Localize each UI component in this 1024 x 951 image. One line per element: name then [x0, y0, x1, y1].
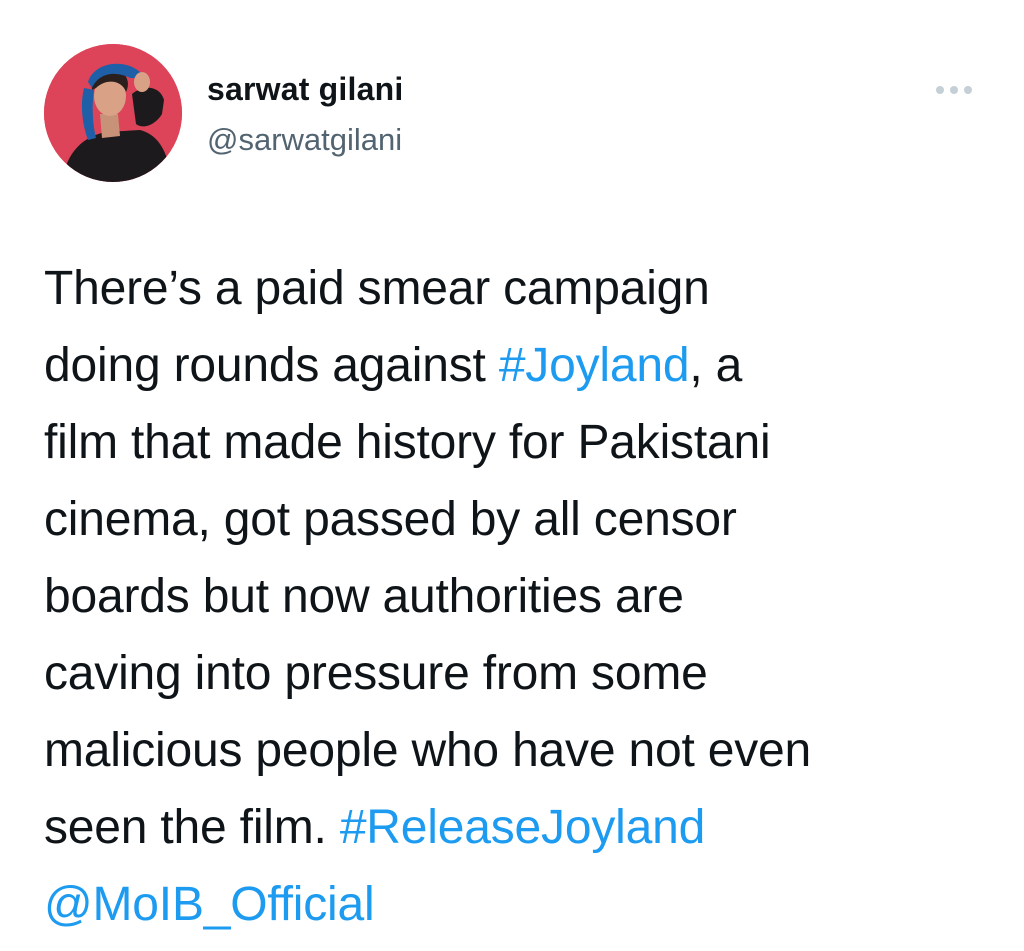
tweet-text-segment: , a	[689, 339, 743, 392]
tweet-text-line: caving into pressure from some	[44, 635, 994, 712]
tweet-text-segment: boards but now authorities are	[44, 570, 684, 623]
avatar[interactable]	[44, 44, 182, 182]
more-options-icon	[936, 86, 972, 94]
mention-link[interactable]: @MoIB_Official	[44, 878, 375, 931]
tweet-text-line: boards but now authorities are	[44, 558, 994, 635]
tweet-text-segment: malicious people who have not even	[44, 724, 812, 777]
hashtag-link[interactable]: #ReleaseJoyland	[340, 801, 705, 854]
tweet-text-line: film that made history for Pakistani	[44, 404, 994, 481]
author-handle[interactable]: @sarwatgilani	[207, 122, 402, 158]
tweet-text-line: doing rounds against #Joyland, a	[44, 327, 994, 404]
tweet-text-line: malicious people who have not even	[44, 712, 994, 789]
tweet-text-line: seen the film. #ReleaseJoyland	[44, 789, 994, 866]
tweet-text-line: @MoIB_Official	[44, 866, 994, 943]
tweet-text-line: cinema, got passed by all censor	[44, 481, 994, 558]
more-options-button[interactable]	[930, 78, 978, 102]
tweet-text-segment: There’s a paid smear campaign	[44, 262, 710, 315]
tweet-text: There’s a paid smear campaign doing round…	[44, 250, 994, 943]
tweet-text-segment: caving into pressure from some	[44, 647, 708, 700]
tweet-card: sarwat gilani @sarwatgilani There’s a pa…	[0, 0, 1024, 951]
tweet-text-line: There’s a paid smear campaign	[44, 250, 994, 327]
tweet-text-segment: seen the film.	[44, 801, 340, 854]
author-display-name[interactable]: sarwat gilani	[207, 71, 403, 108]
tweet-text-segment: film that made history for Pakistani	[44, 416, 771, 469]
profile-photo	[44, 44, 182, 182]
hashtag-link[interactable]: #Joyland	[499, 339, 690, 392]
tweet-text-segment: doing rounds against	[44, 339, 499, 392]
tweet-text-segment: cinema, got passed by all censor	[44, 493, 737, 546]
